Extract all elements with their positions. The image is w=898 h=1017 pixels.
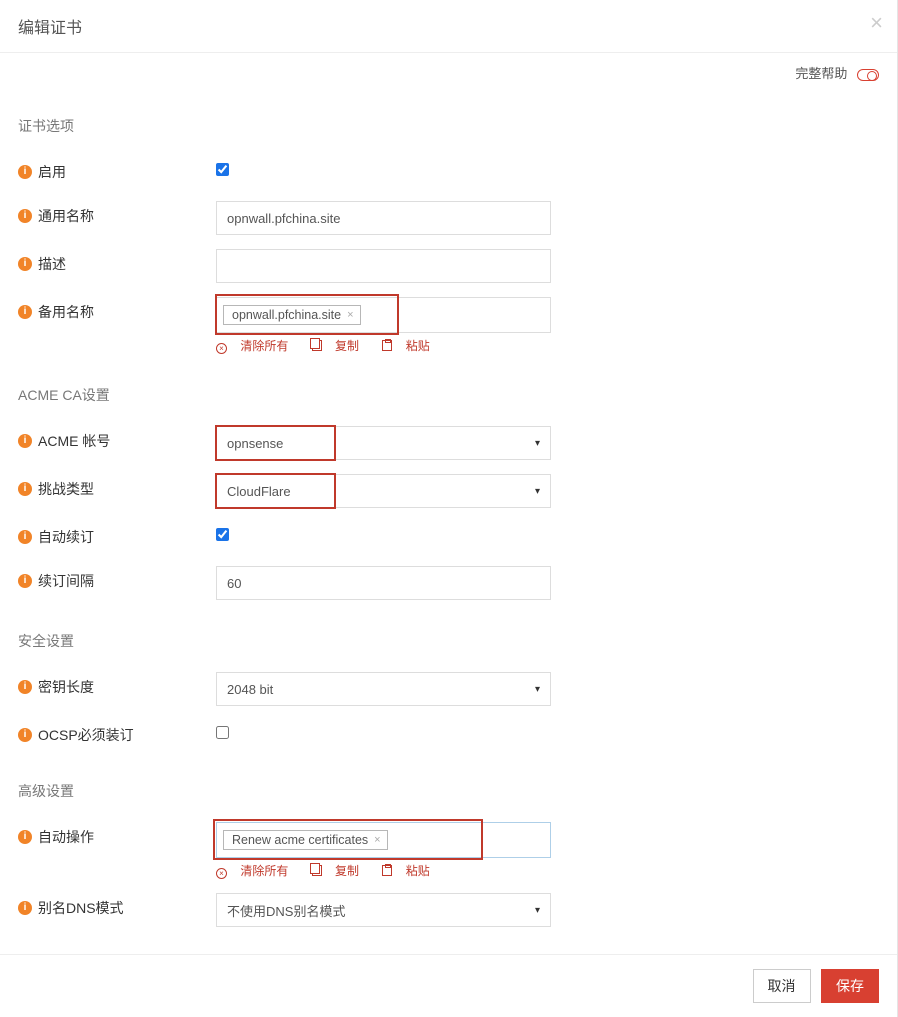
row-alias-dns: i 别名DNS模式 不使用DNS别名模式 ▾ (18, 886, 879, 934)
common-name-input[interactable] (216, 201, 551, 235)
label-common-name: i 通用名称 (18, 201, 216, 226)
row-description: i 描述 (18, 242, 879, 290)
close-icon[interactable]: × (870, 10, 883, 36)
row-auto-renew: i 自动续订 (18, 515, 879, 559)
label-key-length: i 密钥长度 (18, 672, 216, 697)
row-renew-interval: i 续订间隔 (18, 559, 879, 607)
info-icon[interactable]: i (18, 434, 32, 448)
label-acme-account: i ACME 帐号 (18, 426, 216, 451)
info-icon[interactable]: i (18, 830, 32, 844)
label-alias-dns: i 别名DNS模式 (18, 893, 216, 918)
copy-link[interactable]: 复制 (312, 864, 369, 878)
row-key-length: i 密钥长度 2048 bit ▾ (18, 665, 879, 713)
info-icon[interactable]: i (18, 165, 32, 179)
cancel-button[interactable]: 取消 (753, 969, 811, 1003)
row-ocsp: i OCSP必须装订 (18, 713, 879, 757)
label-challenge-type: i 挑战类型 (18, 474, 216, 499)
modal-header: 编辑证书 × (0, 0, 897, 53)
tag-remove-icon[interactable]: × (374, 834, 380, 846)
alt-name-tag[interactable]: opnwall.pfchina.site × (223, 305, 361, 325)
description-input[interactable] (216, 249, 551, 283)
modal-title: 编辑证书 (18, 14, 879, 38)
section-acme-title: ACME CA设置 (18, 361, 879, 419)
info-icon[interactable]: i (18, 901, 32, 915)
clear-all-link[interactable]: × 清除所有 (216, 864, 298, 878)
renew-interval-input[interactable] (216, 566, 551, 600)
clear-all-link[interactable]: × 清除所有 (216, 339, 298, 353)
alias-dns-select[interactable]: 不使用DNS别名模式 ▾ (216, 893, 551, 927)
enable-checkbox[interactable] (216, 163, 229, 176)
info-icon[interactable]: i (18, 305, 32, 319)
chevron-down-icon: ▾ (535, 905, 540, 916)
chevron-down-icon: ▾ (535, 684, 540, 695)
section-security-title: 安全设置 (18, 607, 879, 665)
label-auto-actions: i 自动操作 (18, 822, 216, 847)
alt-names-tagbox[interactable]: opnwall.pfchina.site × (216, 297, 551, 333)
challenge-type-select[interactable]: CloudFlare ▾ (216, 474, 551, 508)
info-icon[interactable]: i (18, 257, 32, 271)
row-acme-account: i ACME 帐号 opnsense ▾ (18, 419, 879, 467)
label-description: i 描述 (18, 249, 216, 274)
ocsp-checkbox[interactable] (216, 726, 229, 739)
info-icon[interactable]: i (18, 728, 32, 742)
label-alt-names: i 备用名称 (18, 297, 216, 322)
save-button[interactable]: 保存 (821, 969, 879, 1003)
copy-link[interactable]: 复制 (312, 339, 369, 353)
alt-names-actions: × 清除所有 复制 粘贴 (216, 337, 879, 354)
row-enable: i 启用 (18, 150, 879, 194)
info-icon[interactable]: i (18, 530, 32, 544)
label-auto-renew: i 自动续订 (18, 522, 216, 547)
auto-actions-tagbox[interactable]: Renew acme certificates × (216, 822, 551, 858)
help-toggle[interactable] (857, 69, 879, 81)
info-icon[interactable]: i (18, 574, 32, 588)
row-challenge-type: i 挑战类型 CloudFlare ▾ (18, 467, 879, 515)
chevron-down-icon: ▾ (535, 486, 540, 497)
paste-link[interactable]: 粘贴 (382, 339, 439, 353)
chevron-down-icon: ▾ (535, 438, 540, 449)
edit-cert-modal: 编辑证书 × 完整帮助 证书选项 i 启用 i 通用名称 (0, 0, 898, 1017)
section-advanced-title: 高级设置 (18, 757, 879, 815)
key-length-select[interactable]: 2048 bit ▾ (216, 672, 551, 706)
info-icon[interactable]: i (18, 482, 32, 496)
auto-renew-checkbox[interactable] (216, 528, 229, 541)
row-auto-actions: i 自动操作 Renew acme certificates × × 清除所有 … (18, 815, 879, 886)
info-icon[interactable]: i (18, 209, 32, 223)
auto-actions-actions: × 清除所有 复制 粘贴 (216, 862, 879, 879)
tag-remove-icon[interactable]: × (347, 309, 353, 321)
label-renew-interval: i 续订间隔 (18, 566, 216, 591)
row-alt-names: i 备用名称 opnwall.pfchina.site × × 清除所有 复制 (18, 290, 879, 361)
help-label: 完整帮助 (795, 66, 847, 81)
help-row: 完整帮助 (0, 53, 897, 92)
info-icon[interactable]: i (18, 680, 32, 694)
auto-action-tag[interactable]: Renew acme certificates × (223, 830, 388, 850)
label-ocsp: i OCSP必须装订 (18, 720, 216, 745)
row-common-name: i 通用名称 (18, 194, 879, 242)
modal-footer: 取消 保存 (0, 954, 897, 1017)
acme-account-select[interactable]: opnsense ▾ (216, 426, 551, 460)
label-enable: i 启用 (18, 157, 216, 182)
paste-link[interactable]: 粘贴 (382, 864, 439, 878)
section-cert-title: 证书选项 (18, 92, 879, 150)
